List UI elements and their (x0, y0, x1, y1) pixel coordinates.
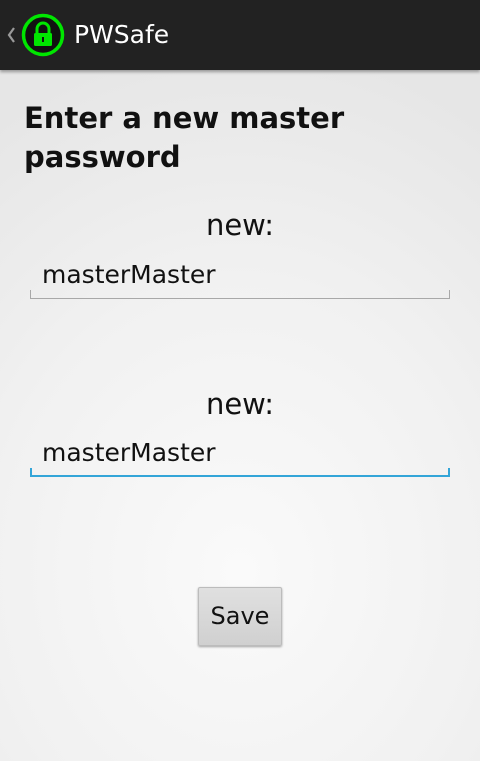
page-heading: Enter a new master password (24, 101, 345, 174)
new-password-value: masterMaster (42, 260, 216, 289)
field-underline-focused (30, 468, 450, 477)
confirm-password-field[interactable]: masterMaster (30, 431, 450, 477)
action-bar: PWSafe (0, 0, 480, 70)
app-title: PWSafe (74, 20, 170, 49)
chevron-left-icon[interactable] (3, 21, 19, 49)
new-password-label: new: (205, 208, 275, 242)
new-password-field[interactable]: masterMaster (30, 253, 450, 299)
field-underline (30, 290, 450, 299)
confirm-password-label: new: (205, 387, 275, 421)
save-button[interactable]: Save (198, 587, 282, 646)
confirm-password-value: masterMaster (42, 438, 216, 467)
lock-icon[interactable] (21, 13, 65, 57)
